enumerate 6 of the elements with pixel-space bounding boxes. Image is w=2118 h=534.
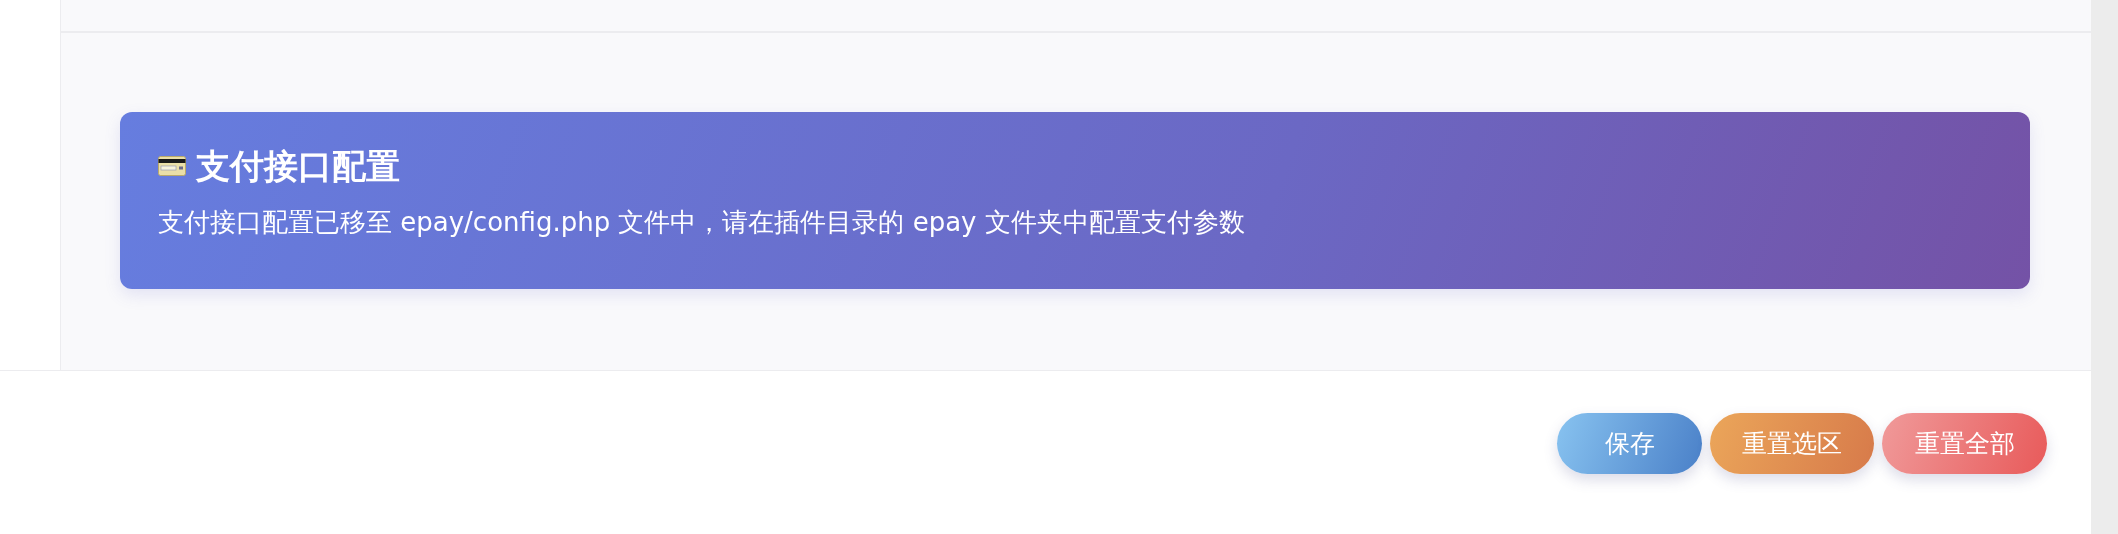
action-button[interactable]: 重置全部 [1882,413,2047,474]
notice-description: 支付接口配置已移至 epay/config.php 文件中，请在插件目录的 epay 文件夹中配置支付参数 [158,206,1246,238]
action-button[interactable]: 保存 [1557,413,1702,474]
action-button[interactable]: 重置选区 [1710,413,1874,474]
notice-title: 支付接口配置 [196,146,400,186]
credit-card-icon [158,156,186,176]
